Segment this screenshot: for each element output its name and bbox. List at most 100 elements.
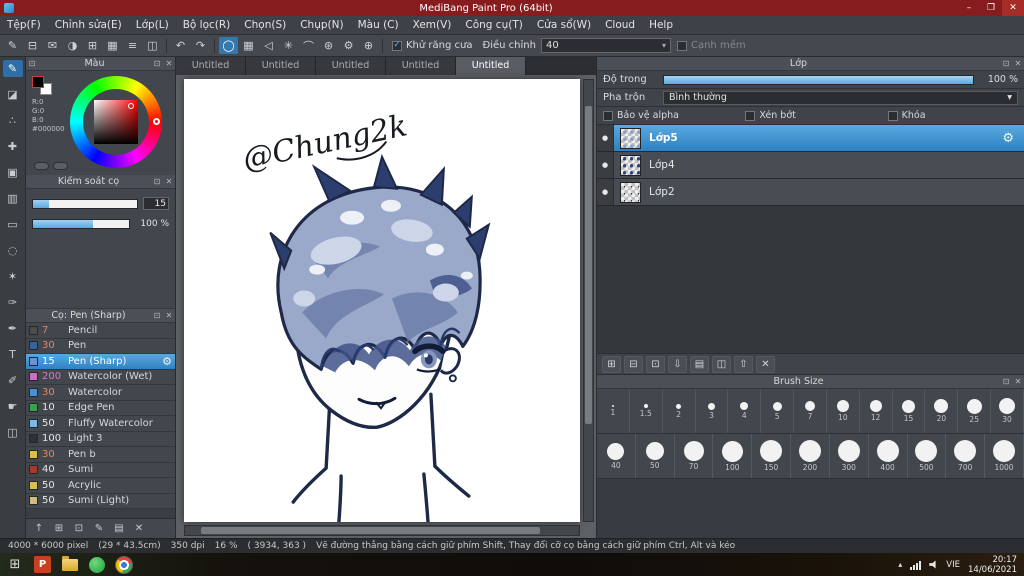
foreground-background-swatch[interactable] [32,76,54,95]
snap-settings-icon[interactable]: ⚙ [339,37,358,54]
clipping-checkbox[interactable]: Xén bớt [745,110,881,121]
brush-size-cell[interactable]: 4 [728,389,762,433]
new-brush-icon[interactable]: ⊞ [50,521,68,537]
panel-close-icon[interactable]: ✕ [1012,59,1024,68]
taskbar-clock[interactable]: 20:17 14/06/2021 [968,555,1017,575]
layer-row-lop4[interactable]: ● Lớp4 [597,152,1024,179]
brush-size-cell[interactable]: 1.5 [630,389,663,433]
tab-untitled-5-active[interactable]: Untitled [456,57,526,75]
layer-row-lop2[interactable]: ● Lớp2 [597,179,1024,206]
eraser-tool[interactable]: ◪ [3,86,23,103]
panel-detach-icon[interactable]: ⊡ [1000,377,1012,386]
brush-size-cell[interactable]: 2 [663,389,696,433]
brush-size-cell[interactable]: 70 [675,434,714,478]
adjust-select[interactable]: 40 ▾ [540,38,671,53]
menu-bo-loc[interactable]: Bộ lọc(R) [176,16,238,34]
tab-untitled-2[interactable]: Untitled [246,57,316,75]
panel-close-icon[interactable]: ✕ [163,59,175,68]
volume-icon[interactable] [929,560,936,569]
brush-size-cell[interactable]: 1000 [985,434,1024,478]
menu-mau[interactable]: Màu (C) [351,16,406,34]
soft-edge-checkbox[interactable]: Cạnh mềm [676,40,746,51]
delete-brush-icon[interactable]: ✕ [130,521,148,537]
brush-item[interactable]: 50 Fluffy Watercolor [26,416,175,432]
brush-item[interactable]: 200 Watercolor (Wet) [26,369,175,385]
duplicate-brush-icon[interactable]: ⊡ [70,521,88,537]
select-eraser-tool[interactable]: ✒ [3,320,23,337]
table-icon[interactable]: ▦ [103,37,122,54]
brush-settings-icon[interactable]: ⚙ [162,355,172,368]
message-icon[interactable]: ✉ [43,37,62,54]
layer-visibility-toggle[interactable]: ● [597,152,614,178]
menu-xem[interactable]: Xem(V) [406,16,459,34]
text-tool[interactable]: T [3,346,23,363]
save-icon[interactable]: ⊟ [23,37,42,54]
brush-size-cell[interactable]: 500 [908,434,947,478]
language-indicator[interactable]: VIE [946,560,960,570]
grid-icon[interactable]: ⊞ [83,37,102,54]
blend-mode-select[interactable]: Bình thường ▾ [663,90,1018,105]
tab-untitled-4[interactable]: Untitled [386,57,456,75]
menu-cua-so[interactable]: Cửa sổ(W) [530,16,598,34]
brush-tool[interactable]: ✎ [2,60,23,77]
brush-size-cell[interactable]: 40 [597,434,636,478]
antialias-checkbox[interactable]: ✓ Khử răng cưa [392,40,472,51]
divide-tool[interactable]: ◫ [3,424,23,441]
brush-size-cell[interactable]: 25 [958,389,992,433]
panel-detach-icon[interactable]: ⊡ [26,59,38,68]
brush-size-cell[interactable]: 300 [830,434,869,478]
brush-size-cell[interactable]: 15 [893,389,926,433]
new-layer-icon[interactable]: ⊞ [602,355,621,373]
green-app-icon[interactable] [88,556,105,573]
color-mode-button[interactable] [34,162,49,170]
color-wheel[interactable] [70,76,162,168]
brush-size-cell[interactable]: 7 [794,389,827,433]
panel-detach-icon[interactable]: ⊡ [151,59,163,68]
undo-button[interactable]: ↶ [171,37,190,54]
tray-expand-icon[interactable]: ▴ [898,560,902,569]
hand-tool[interactable]: ☛ [3,398,23,415]
pixel-grid-icon[interactable]: ▦ [239,37,258,54]
panel-detach-icon[interactable]: ⊡ [151,177,163,186]
brush-opacity-slider[interactable] [32,219,130,229]
move-tool[interactable]: ✚ [3,138,23,155]
duplicate-layer-icon[interactable]: ⊡ [646,355,665,373]
panel-detach-icon[interactable]: ⊡ [1000,59,1012,68]
file-explorer-icon[interactable] [61,555,78,573]
brush-size-cell[interactable]: 10 [827,389,860,433]
brush-item[interactable]: 30 Pen b [26,447,175,463]
brush-size-cell[interactable]: 12 [860,389,893,433]
menu-chup[interactable]: Chụp(N) [293,16,350,34]
brush-item[interactable]: 30 Watercolor [26,385,175,401]
brush-size-slider[interactable] [32,198,138,209]
snap-curve-icon[interactable]: ⌒ [299,37,318,54]
brush-size-cell[interactable]: 400 [869,434,908,478]
minimize-button[interactable]: – [958,0,980,16]
horizontal-scrollbar[interactable] [184,525,580,536]
eyedropper-tool[interactable]: ✐ [3,372,23,389]
snap-radial-icon[interactable]: ⊛ [319,37,338,54]
brush-size-cell[interactable]: 150 [752,434,792,478]
layer-visibility-toggle[interactable]: ● [597,125,614,151]
tab-untitled-3[interactable]: Untitled [316,57,386,75]
edit-brush-icon[interactable]: ✎ [90,521,108,537]
alpha-protect-checkbox[interactable]: Bảo vệ alpha [603,110,739,121]
tab-untitled-1[interactable]: Untitled [176,57,246,75]
brush-size-cell[interactable]: 1 [597,389,630,433]
brush-item[interactable]: 100 Light 3 [26,431,175,447]
panels-icon[interactable]: ◫ [143,37,162,54]
lasso-tool[interactable]: ◌ [3,242,23,259]
menu-chon[interactable]: Chọn(S) [237,16,293,34]
menu-lop[interactable]: Lớp(L) [129,16,176,34]
redo-button[interactable]: ↷ [191,37,210,54]
brush-size-cell[interactable]: 200 [791,434,830,478]
brush-folder-icon[interactable]: ▤ [110,521,128,537]
brush-size-cell[interactable]: 20 [925,389,959,433]
close-button[interactable]: ✕ [1002,0,1024,16]
brush-item[interactable]: 50 Sumi (Light) [26,493,175,509]
maximize-button[interactable]: ❐ [980,0,1002,16]
menu-cloud[interactable]: Cloud [598,16,642,34]
palette-icon[interactable]: ◑ [63,37,82,54]
fill-tool[interactable]: ▣ [3,164,23,181]
panel-close-icon[interactable]: ✕ [1012,377,1024,386]
